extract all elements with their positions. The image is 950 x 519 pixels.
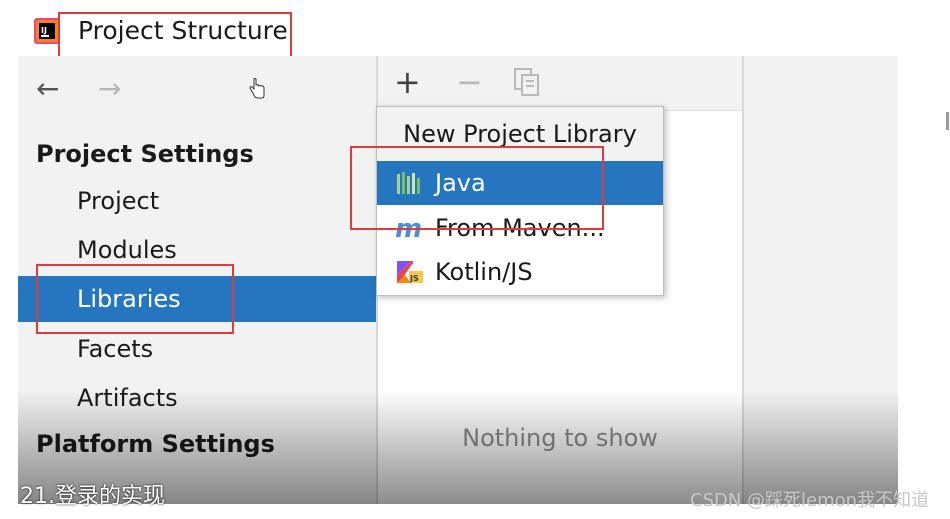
copy-icon[interactable] [514,68,540,96]
add-button[interactable]: + [394,62,421,102]
popup-item-kotlin-js[interactable]: JS Kotlin/JS [377,250,663,294]
hand-cursor-icon [249,78,265,99]
project-settings-heading: Project Settings [36,140,254,168]
back-arrow-icon[interactable]: ← [36,72,59,105]
sidebar-item-project[interactable]: Project [18,178,376,224]
details-pane [744,56,898,504]
csdn-watermark: CSDN @踩死lemon我不知道 [690,490,930,511]
popup-item-label: Kotlin/JS [435,258,533,286]
intellij-idea-icon: IJ [34,18,60,44]
svg-text:JS: JS [409,274,419,283]
java-highlight-box [350,146,604,230]
kotlin-js-icon: JS [397,261,423,283]
project-structure-window: IJ Project Structure ← → Project Setting… [18,12,898,504]
list-toolbar: + − [378,56,742,111]
title-highlight-box [58,12,292,62]
svg-text:IJ: IJ [41,26,47,35]
platform-settings-heading: Platform Settings [36,430,275,458]
empty-list-text: Nothing to show [462,424,658,452]
sidebar-item-artifacts[interactable]: Artifacts [18,375,376,421]
video-caption: 21.登录的实现 [20,484,165,509]
edge-scroll-mark [946,112,949,130]
remove-button[interactable]: − [456,62,483,102]
libraries-highlight-box [36,264,234,334]
forward-arrow-icon[interactable]: → [98,72,121,105]
